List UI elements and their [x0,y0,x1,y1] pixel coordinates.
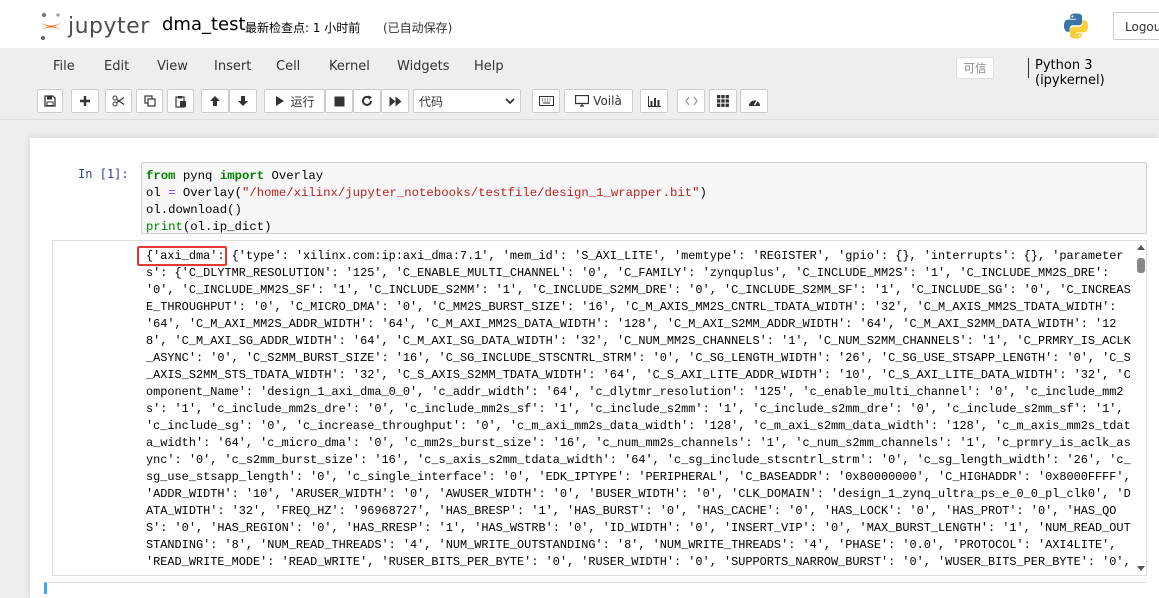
code-icon [684,96,698,106]
paste-icon [174,95,186,108]
toolbar-divider [0,119,1159,120]
logout-button[interactable]: Logout [1113,12,1159,40]
input-prompt: In [1]: [78,167,129,181]
scroll-up-arrow-icon[interactable] [1137,245,1145,250]
save-button[interactable] [37,89,63,113]
output-line: 'c_include_sg': '0', 'c_increase_through… [146,419,1131,433]
highlight-annotation [137,246,227,266]
arrow-down-icon [238,96,248,106]
dashboard-icon [748,100,760,106]
output-line: 8', 'C_M_AXI_SG_ADDR_WIDTH': '64', 'C_M_… [146,334,1131,348]
jupyter-logo-icon [41,12,61,40]
keyboard-icon [538,96,554,106]
checkpoint-status: 最新检查点: 1 小时前 [245,21,361,35]
output-line: ync': '0', 'c_s2mm_burst_size': '16', 'c… [146,453,1131,467]
chart-button[interactable] [640,89,668,113]
cell-type-select[interactable]: 代码 [413,89,521,113]
restart-run-all-button[interactable] [381,89,409,113]
scrollbar-thumb[interactable] [1137,258,1145,273]
run-button[interactable]: 运行 [264,89,325,113]
scroll-down-arrow-icon[interactable] [1137,566,1145,571]
move-down-button[interactable] [229,89,257,113]
menu-widgets[interactable]: Widgets [397,59,450,74]
output-scrollbar[interactable] [1134,241,1146,575]
output-text: {'axi_dma': {'type': 'xilinx.com:ip:axi_… [146,248,1131,571]
code-line: from pynq import Overlay [146,169,324,183]
stop-icon [334,96,344,106]
run-label: 运行 [290,94,315,109]
python-logo-icon [1064,13,1088,39]
grid-icon [717,95,729,107]
step-forward-icon [276,96,285,106]
output-line: s': {'C_DLYTMR_RESOLUTION': '125', 'C_EN… [146,266,1110,280]
output-line: {'axi_dma': {'type': 'xilinx.com:ip:axi_… [146,249,1124,263]
interrupt-button[interactable] [325,89,353,113]
move-up-button[interactable] [201,89,229,113]
toolbar: 运行 代码 Voilà [36,88,1159,116]
chevron-down-icon [505,97,515,104]
copy-button[interactable] [136,89,163,113]
cell-type-value: 代码 [419,94,444,109]
menu-edit[interactable]: Edit [104,59,129,74]
copy-icon [143,95,156,107]
menu-cell[interactable]: Cell [276,59,300,74]
output-line: _AXIS_S2MM_STS_TDATA_WIDTH': '32', 'C_S_… [146,368,1131,382]
output-line: E_THROUGHPUT': '0', 'C_MICRO_DMA': '0', … [146,300,1117,314]
notebook-name[interactable]: dma_test [162,14,246,35]
cell-output[interactable]: {'axi_dma': {'type': 'xilinx.com:ip:axi_… [52,240,1147,576]
output-line: STANDING': '8', 'NUM_READ_THREADS': '4',… [146,538,1117,552]
code-line: ol = Overlay("/home/xilinx/jupyter_noteb… [146,186,707,200]
menu-help[interactable]: Help [474,59,504,74]
restart-button[interactable] [353,89,381,113]
restart-icon [362,95,372,106]
table-button[interactable] [709,89,737,113]
jupyter-logo-text: jupyter [68,13,150,39]
dashboard-button[interactable] [740,89,768,113]
kernel-name[interactable]: Python 3 (ipykernel) [1035,58,1159,88]
insert-cell-button[interactable] [71,89,99,113]
voila-label: Voilà [593,94,622,108]
plus-icon [80,96,90,106]
scissors-icon [112,95,125,107]
save-icon [44,95,56,107]
autosave-status: (已自动保存) [383,21,453,35]
monitor-icon [575,95,590,107]
output-line: '0', 'C_INCLUDE_MM2S_SF': '1', 'C_INCLUD… [146,283,1131,297]
kernel-separator [1028,58,1029,78]
output-line: a_width': '64', 'c_micro_dma': '0', 'c_m… [146,436,1131,450]
output-line: sg_use_stsapp_length': '0', 'c_single_in… [146,470,1131,484]
command-palette-button[interactable] [532,89,560,113]
next-cell-selected[interactable] [44,582,1147,594]
code-view-button[interactable] [677,89,705,113]
menu-insert[interactable]: Insert [214,59,251,74]
notebook-header: jupyter dma_test 最新检查点: 1 小时前 (已自动保存) Lo… [0,0,1159,48]
jupyter-logo[interactable]: jupyter [38,10,150,42]
fast-forward-icon [389,96,401,106]
code-line: ol.download() [146,203,242,217]
code-line: print(ol.ip_dict) [146,220,272,234]
output-line: 'ADDR_WIDTH': '10', 'ARUSER_WIDTH': '0',… [146,487,1131,501]
code-cell-input[interactable]: from pynq import Overlay ol = Overlay("/… [141,162,1147,234]
output-line: 'READ_WRITE_MODE': 'READ_WRITE', 'RUSER_… [146,555,1131,569]
menu-file[interactable]: File [53,59,75,74]
output-line: s': '1', 'c_include_mm2s_dre': '0', 'c_i… [146,402,1124,416]
output-line: '64', 'C_M_AXI_MM2S_ADDR_WIDTH': '64', '… [146,317,1117,331]
cut-button[interactable] [105,89,132,113]
menu-view[interactable]: View [157,59,188,74]
output-line: S': '0', 'HAS_REGION': '0', 'HAS_RRESP':… [146,521,1131,535]
voila-button[interactable]: Voilà [564,89,633,113]
output-line: _ASYNC': '0', 'C_S2MM_BURST_SIZE': '16',… [146,351,1131,365]
paste-button[interactable] [167,89,194,113]
output-line: omponent_Name': 'design_1_axi_dma_0_0', … [146,385,1124,399]
menu-kernel[interactable]: Kernel [329,59,370,74]
trusted-indicator[interactable]: 可信 [956,57,994,79]
bar-chart-icon [647,95,661,107]
arrow-up-icon [210,96,220,106]
output-line: ATA_WIDTH': '32', 'FREQ_HZ': '96968727',… [146,504,1117,518]
